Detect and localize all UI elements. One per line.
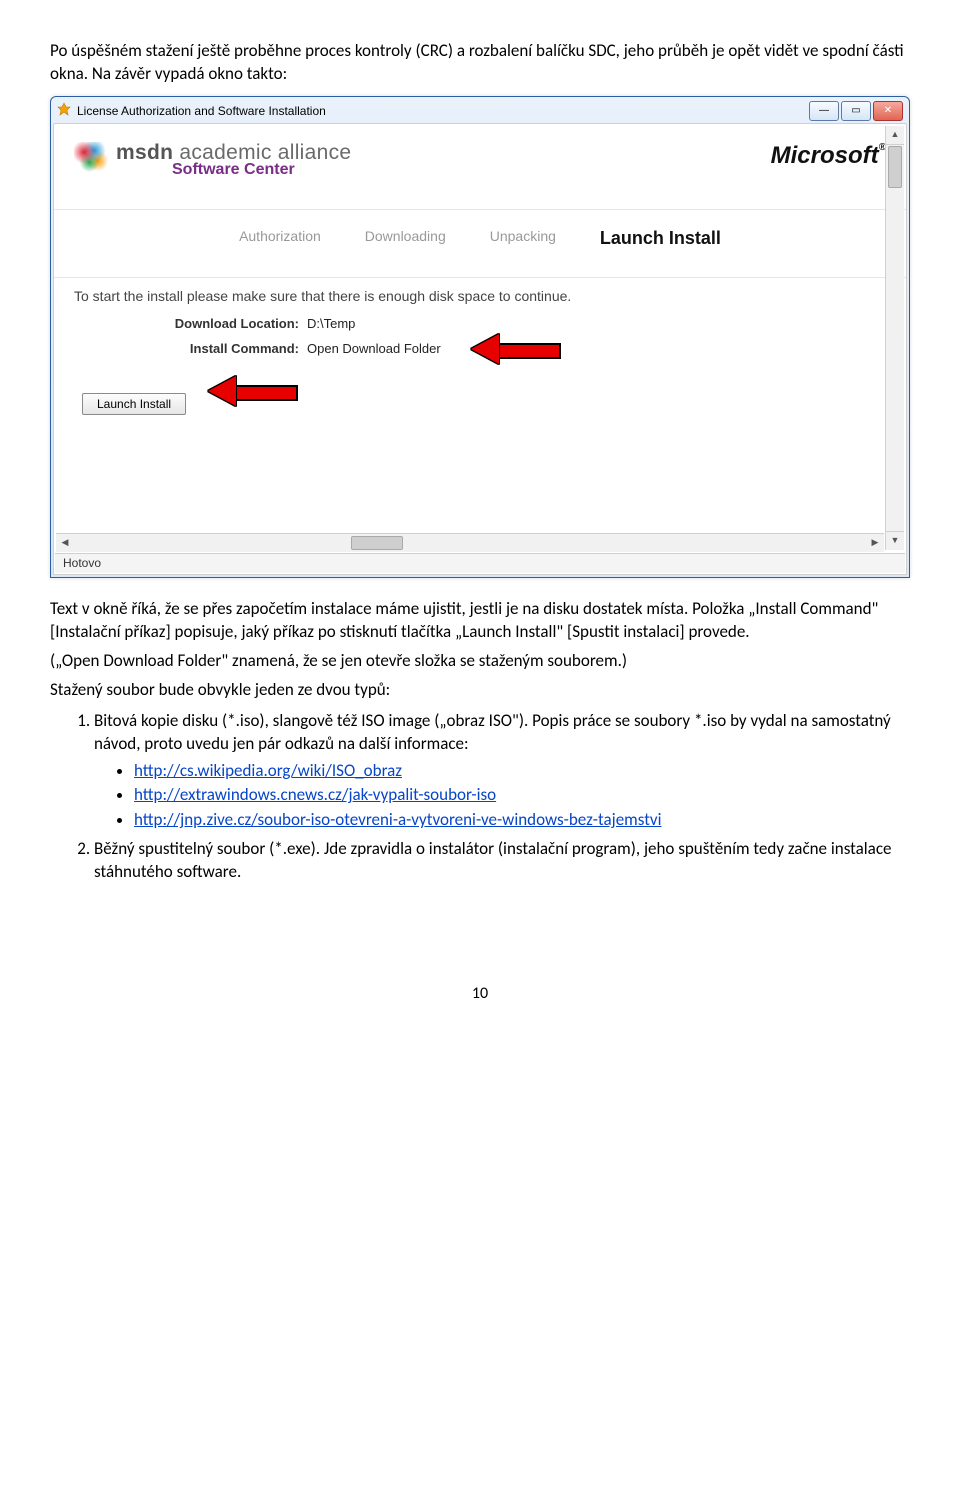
minimize-button[interactable]: — bbox=[809, 101, 839, 121]
download-location-label: Download Location: bbox=[144, 316, 299, 331]
scroll-up-icon[interactable]: ▲ bbox=[886, 126, 904, 145]
zive-iso-link[interactable]: http://jnp.zive.cz/soubor-iso-otevreni-a… bbox=[134, 809, 661, 830]
title-bar: License Authorization and Software Insta… bbox=[53, 99, 907, 123]
explanation-paragraph-3: Stažený soubor bude obvykle jeden ze dvo… bbox=[50, 679, 910, 702]
list-item: http://cs.wikipedia.org/wiki/ISO_obraz bbox=[134, 760, 910, 783]
li1-text: Bitová kopie disku (*.iso), slangově též… bbox=[94, 710, 891, 754]
launch-install-button[interactable]: Launch Install bbox=[82, 393, 186, 415]
msdn-text-bold: msdn bbox=[116, 141, 173, 164]
scroll-thumb-h[interactable] bbox=[351, 536, 403, 550]
install-instruction: To start the install please make sure th… bbox=[74, 288, 886, 304]
divider bbox=[54, 277, 906, 278]
software-center-label: Software Center bbox=[172, 162, 351, 179]
scroll-right-icon[interactable]: ▶ bbox=[866, 534, 884, 552]
app-icon bbox=[57, 102, 71, 119]
step-unpacking: Unpacking bbox=[490, 228, 556, 249]
installer-window: License Authorization and Software Insta… bbox=[50, 96, 910, 578]
step-downloading: Downloading bbox=[365, 228, 446, 249]
maximize-button[interactable]: ▭ bbox=[841, 101, 871, 121]
msdn-mark-icon bbox=[74, 142, 108, 176]
step-authorization: Authorization bbox=[239, 228, 321, 249]
annotation-arrow-icon bbox=[208, 377, 298, 405]
file-types-list: Bitová kopie disku (*.iso), slangově též… bbox=[74, 710, 910, 885]
step-launch-install: Launch Install bbox=[600, 228, 721, 249]
page-number: 10 bbox=[50, 984, 910, 1003]
vertical-scrollbar[interactable]: ▲ ▼ bbox=[885, 126, 904, 550]
list-item: http://jnp.zive.cz/soubor-iso-otevreni-a… bbox=[134, 809, 910, 832]
wiki-iso-link[interactable]: http://cs.wikipedia.org/wiki/ISO_obraz bbox=[134, 760, 402, 781]
list-item: http://extrawindows.cnews.cz/jak-vypalit… bbox=[134, 784, 910, 807]
scroll-down-icon[interactable]: ▼ bbox=[886, 531, 904, 550]
step-tabs: Authorization Downloading Unpacking Laun… bbox=[74, 228, 886, 249]
list-item: Běžný spustitelný soubor (*.exe). Jde zp… bbox=[94, 838, 910, 884]
intro-paragraph: Po úspěšném stažení ještě proběhne proce… bbox=[50, 40, 910, 86]
annotation-arrow-icon bbox=[471, 335, 561, 363]
explanation-paragraph-2: („Open Download Folder" znamená, že se j… bbox=[50, 650, 910, 673]
list-item: Bitová kopie disku (*.iso), slangově též… bbox=[94, 710, 910, 833]
status-bar: Hotovo bbox=[55, 553, 905, 573]
cnews-iso-link[interactable]: http://extrawindows.cnews.cz/jak-vypalit… bbox=[134, 784, 496, 805]
scroll-thumb[interactable] bbox=[888, 146, 902, 188]
install-command-label: Install Command: bbox=[144, 341, 299, 356]
download-location-value: D:\Temp bbox=[307, 316, 355, 331]
explanation-paragraph-1: Text v okně říká, že se přes započetím i… bbox=[50, 598, 910, 644]
close-button[interactable]: ✕ bbox=[873, 101, 903, 121]
msdn-logo: msdn academic alliance Software Center bbox=[74, 142, 351, 179]
scroll-left-icon[interactable]: ◀ bbox=[56, 534, 74, 552]
microsoft-logo: Microsoft® bbox=[771, 142, 886, 170]
divider bbox=[54, 209, 906, 210]
install-command-value: Open Download Folder bbox=[307, 341, 441, 356]
horizontal-scrollbar[interactable]: ◀ ▶ bbox=[56, 533, 884, 552]
window-title: License Authorization and Software Insta… bbox=[77, 104, 326, 118]
